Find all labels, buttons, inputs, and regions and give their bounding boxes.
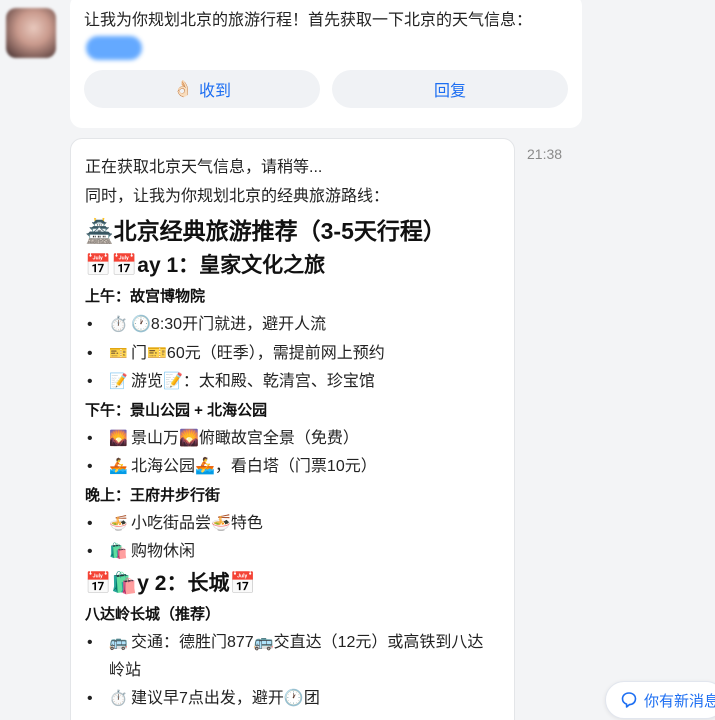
list-item-text: 小吃街品尝🍜特色 [131, 514, 263, 532]
reply-button[interactable]: 回复 [332, 70, 568, 108]
day2-list: 🚌交通：德胜门877🚌交直达（12元）或高铁到八达岭站 ⏱️建议早7点出发，避开… [85, 629, 504, 714]
list-item-text: 建议早7点出发，避开🕐团 [131, 689, 320, 707]
sunrise-icon: 🌄 [109, 429, 128, 447]
bus-icon: 🚌 [109, 633, 128, 651]
list-item-text: 交通：德胜门877🚌交直达（12元）或高铁到八达岭站 [109, 633, 484, 679]
previous-message-text: 让我为你规划北京的旅游行程！首先获取一下北京的天气信息： [84, 12, 533, 29]
day1-evening-heading: 晚上：王府井步行街 [85, 486, 221, 504]
day1-evening-list: 🍜小吃街品尝🍜特色 🛍️购物休闲 [85, 510, 504, 567]
list-item: 🎫门🎫60元（旺季），需提前网上预约 [85, 340, 504, 369]
stopwatch-icon: ⏱️ [109, 689, 128, 707]
list-item: 🛍️购物休闲 [85, 538, 504, 567]
list-item: 🚣北海公园🚣，看白塔（门票10元） [85, 453, 504, 482]
message-timestamp: 21:38 [527, 146, 563, 162]
chat-bubble-icon [621, 692, 637, 708]
day2-sub-heading: 八达岭长城（推荐） [85, 605, 221, 623]
received-button[interactable]: 👌🏻 收到 [84, 70, 320, 108]
list-item: 📝游览📝：太和殿、乾清宫、珍宝馆 [85, 368, 504, 397]
status-line: 正在获取北京天气信息，请稍等... [85, 159, 323, 176]
list-item-text: 景山万🌄俯瞰故宫全景（免费） [131, 429, 359, 447]
memo-icon: 📝 [109, 373, 128, 390]
previous-message-card: 让我为你规划北京的旅游行程！首先获取一下北京的天气信息： 👌🏻 收到 回复 [70, 0, 582, 128]
list-item: 🌄景山万🌄俯瞰故宫全景（免费） [85, 425, 504, 454]
reply-content: 正在获取北京天气信息，请稍等... 同时，让我为你规划北京的经典旅游路线： 🏯北… [85, 153, 504, 713]
avatar[interactable] [6, 8, 56, 58]
day2-heading: 📅🛍️y 2：长城📅 [85, 571, 256, 595]
ok-hand-icon: 👌🏻 [173, 81, 193, 98]
day1-afternoon-heading: 下午：景山公园 + 北海公园 [85, 401, 268, 419]
itinerary-title: 🏯北京经典旅游推荐（3-5天行程） [85, 218, 446, 244]
new-message-label: 你有新消息 [644, 692, 715, 710]
reply-label: 回复 [433, 83, 466, 100]
reply-message-card: 正在获取北京天气信息，请稍等... 同时，让我为你规划北京的经典旅游路线： 🏯北… [70, 138, 515, 720]
weather-link[interactable] [86, 36, 142, 60]
list-item: ⏱️🕐8:30开门就进，避开人流 [85, 311, 504, 340]
intro-line: 同时，让我为你规划北京的经典旅游路线： [85, 188, 390, 205]
stopwatch-icon: ⏱️ [109, 316, 128, 333]
chat-view: 让我为你规划北京的旅游行程！首先获取一下北京的天气信息： 👌🏻 收到 回复 21… [0, 0, 715, 720]
noodle-bowl-icon: 🍜 [109, 514, 128, 532]
list-item-text: 游览📝：太和殿、乾清宫、珍宝馆 [131, 373, 375, 390]
list-item: 🚌交通：德胜门877🚌交直达（12元）或高铁到八达岭站 [85, 629, 499, 685]
list-item-text: 门🎫60元（旺季），需提前网上预约 [131, 344, 385, 362]
day1-afternoon-list: 🌄景山万🌄俯瞰故宫全景（免费） 🚣北海公园🚣，看白塔（门票10元） [85, 425, 504, 482]
list-item-text: 北海公园🚣，看白塔（门票10元） [131, 458, 377, 475]
list-item: ⏱️建议早7点出发，避开🕐团 [85, 685, 504, 714]
shopping-bags-icon: 🛍️ [109, 543, 128, 560]
day1-heading: 📅📅ay 1：皇家文化之旅 [85, 254, 326, 277]
rowboat-icon: 🚣 [109, 458, 128, 475]
new-message-button[interactable]: 你有新消息 [605, 681, 715, 719]
list-item-text: 🕐8:30开门就进，避开人流 [131, 316, 327, 333]
received-label: 收到 [198, 83, 231, 100]
list-item: 🍜小吃街品尝🍜特色 [85, 510, 504, 539]
day1-morning-list: ⏱️🕐8:30开门就进，避开人流 🎫门🎫60元（旺季），需提前网上预约 📝游览📝… [85, 311, 504, 397]
list-item-text: 购物休闲 [131, 543, 196, 560]
day1-morning-heading: 上午：故宫博物院 [85, 288, 206, 305]
ticket-icon: 🎫 [109, 344, 128, 362]
